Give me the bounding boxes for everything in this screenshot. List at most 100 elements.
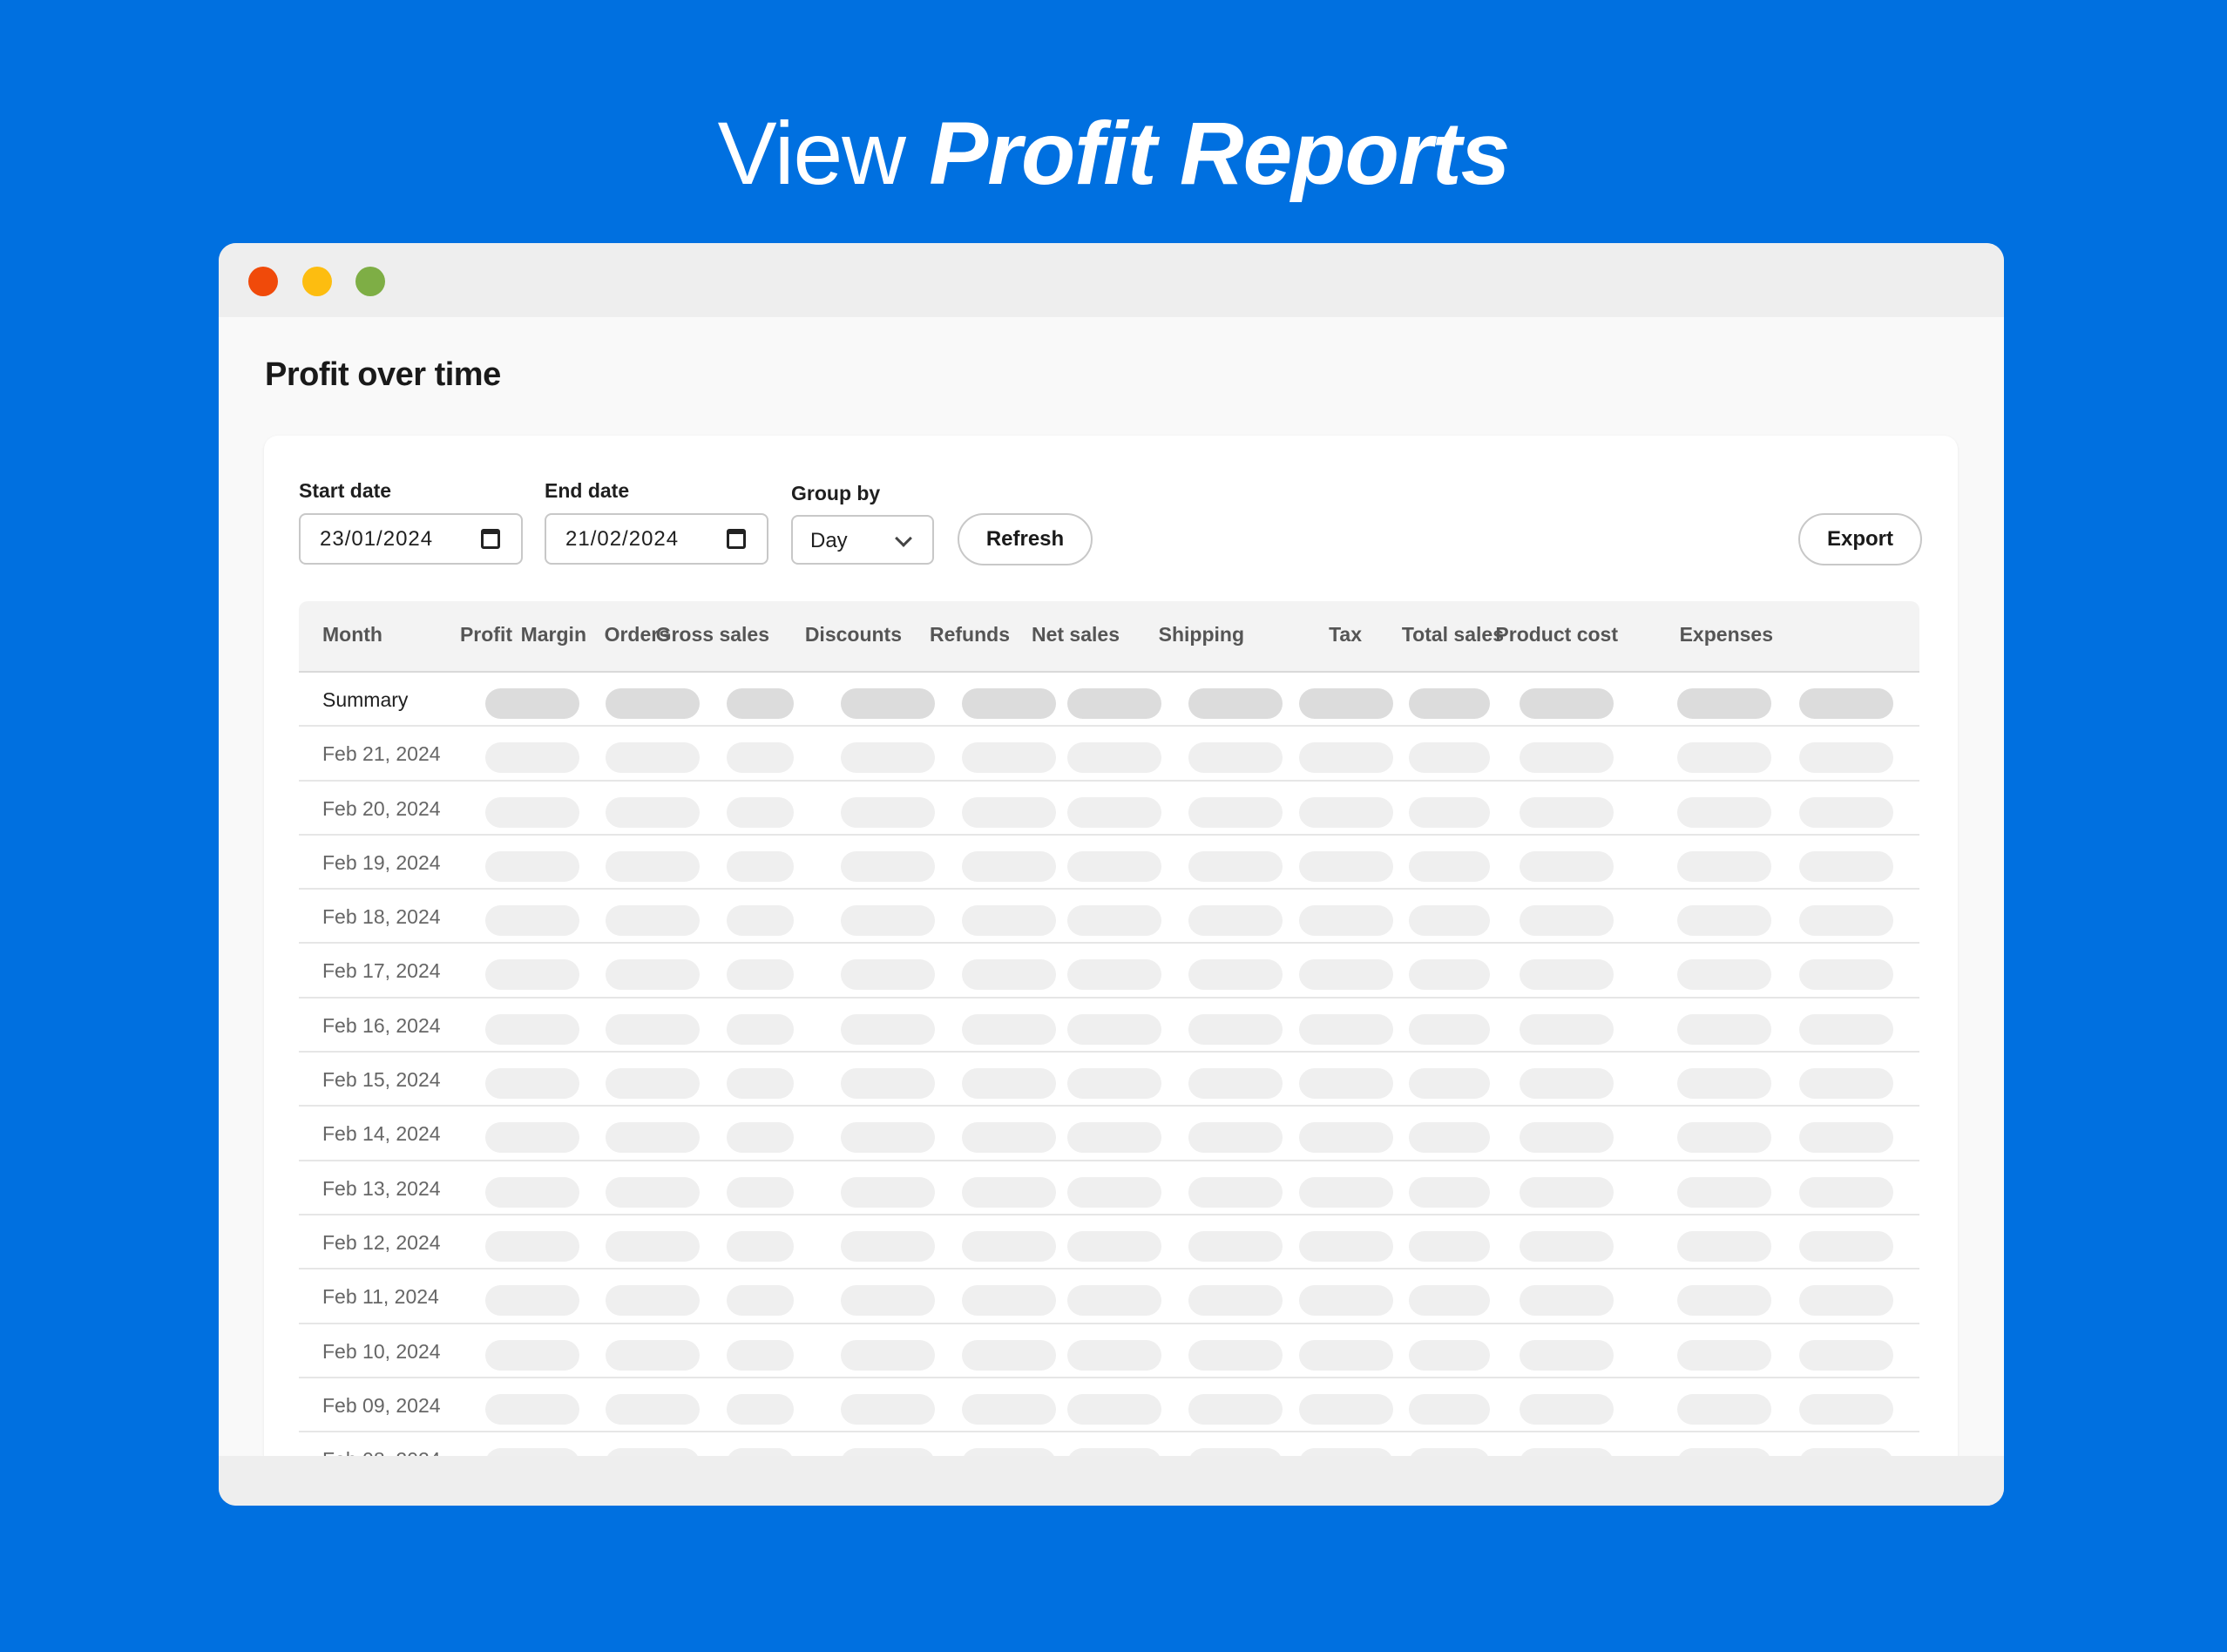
- loading-skeleton: [606, 1013, 700, 1045]
- loading-skeleton: [1677, 850, 1771, 882]
- loading-skeleton: [606, 1339, 700, 1371]
- column-header-total-sales[interactable]: Total sales: [1402, 623, 1504, 647]
- loading-skeleton: [1409, 850, 1490, 882]
- close-window-button[interactable]: [248, 267, 278, 296]
- loading-skeleton: [1677, 796, 1771, 828]
- table-body: Summary Feb 21, 2024 Feb 20, 2024 Feb 19, 2…: [299, 673, 1919, 1456]
- loading-skeleton: [1520, 1013, 1614, 1045]
- loading-skeleton: [1299, 1013, 1393, 1045]
- loading-skeleton: [485, 1393, 579, 1425]
- group-by-select[interactable]: Day: [791, 515, 934, 565]
- start-date-label: Start date: [299, 479, 392, 502]
- table-row: Feb 13, 2024: [299, 1161, 1919, 1215]
- loading-skeleton: [962, 959, 1056, 991]
- column-header-margin[interactable]: Margin: [521, 623, 586, 647]
- loading-skeleton: [1799, 1068, 1893, 1100]
- loading-skeleton: [1067, 1068, 1161, 1100]
- loading-skeleton: [606, 1285, 700, 1317]
- loading-skeleton: [1677, 1339, 1771, 1371]
- loading-skeleton: [1067, 796, 1161, 828]
- loading-skeleton: [1188, 688, 1283, 719]
- table-row: Feb 21, 2024: [299, 727, 1919, 782]
- loading-skeleton: [1299, 1122, 1393, 1154]
- loading-skeleton: [1677, 1285, 1771, 1317]
- loading-skeleton: [1799, 742, 1893, 774]
- column-header-gross-sales[interactable]: Gross sales: [656, 623, 769, 647]
- loading-skeleton: [841, 1230, 935, 1262]
- loading-skeleton: [606, 688, 700, 719]
- table-row: Feb 14, 2024: [299, 1107, 1919, 1161]
- loading-skeleton: [841, 1176, 935, 1208]
- row-date: Feb 11, 2024: [322, 1285, 439, 1309]
- loading-skeleton: [841, 1393, 935, 1425]
- calendar-icon[interactable]: [727, 529, 746, 549]
- column-header-tax[interactable]: Tax: [1329, 623, 1362, 647]
- column-header-discounts[interactable]: Discounts: [805, 623, 902, 647]
- loading-skeleton: [1677, 1230, 1771, 1262]
- end-date-value: 21/02/2024: [565, 527, 680, 551]
- loading-skeleton: [1188, 1122, 1283, 1154]
- loading-skeleton: [606, 1230, 700, 1262]
- loading-skeleton: [1677, 1068, 1771, 1100]
- loading-skeleton: [606, 850, 700, 882]
- loading-skeleton: [1520, 959, 1614, 991]
- loading-skeleton: [1299, 742, 1393, 774]
- loading-skeleton: [727, 1176, 794, 1208]
- refresh-button[interactable]: Refresh: [958, 513, 1093, 565]
- maximize-window-button[interactable]: [355, 267, 385, 296]
- loading-skeleton: [841, 1122, 935, 1154]
- loading-skeleton: [1188, 1176, 1283, 1208]
- loading-skeleton: [1067, 1122, 1161, 1154]
- column-header-refunds[interactable]: Refunds: [930, 623, 1010, 647]
- loading-skeleton: [606, 1448, 700, 1456]
- loading-skeleton: [1799, 959, 1893, 991]
- column-header-month[interactable]: Month: [322, 623, 382, 647]
- calendar-icon[interactable]: [481, 529, 500, 549]
- headline-plain: View: [717, 104, 906, 203]
- loading-skeleton: [727, 1339, 794, 1371]
- loading-skeleton: [1188, 1285, 1283, 1317]
- loading-skeleton: [1677, 688, 1771, 719]
- column-header-shipping[interactable]: Shipping: [1159, 623, 1244, 647]
- column-header-profit[interactable]: Profit: [460, 623, 512, 647]
- end-date-input[interactable]: 21/02/2024: [545, 513, 768, 565]
- start-date-input[interactable]: 23/01/2024: [299, 513, 523, 565]
- loading-skeleton: [606, 905, 700, 937]
- loading-skeleton: [485, 742, 579, 774]
- loading-skeleton: [1520, 905, 1614, 937]
- loading-skeleton: [962, 905, 1056, 937]
- loading-skeleton: [606, 1068, 700, 1100]
- export-button[interactable]: Export: [1798, 513, 1922, 565]
- loading-skeleton: [727, 1068, 794, 1100]
- headline: View Profit Reports: [0, 101, 2227, 206]
- loading-skeleton: [606, 796, 700, 828]
- loading-skeleton: [962, 688, 1056, 719]
- loading-skeleton: [727, 959, 794, 991]
- loading-skeleton: [1409, 1285, 1490, 1317]
- chevron-down-icon: [895, 530, 912, 547]
- loading-skeleton: [1299, 1068, 1393, 1100]
- loading-skeleton: [1188, 1448, 1283, 1456]
- loading-skeleton: [962, 1122, 1056, 1154]
- loading-skeleton: [485, 796, 579, 828]
- table-row: Feb 12, 2024: [299, 1215, 1919, 1270]
- page-content: Profit over time Start date 23/01/2024 E…: [219, 317, 2004, 1456]
- loading-skeleton: [962, 1393, 1056, 1425]
- column-header-product-cost[interactable]: Product cost: [1495, 623, 1618, 647]
- loading-skeleton: [1067, 1176, 1161, 1208]
- loading-skeleton: [841, 959, 935, 991]
- loading-skeleton: [962, 1176, 1056, 1208]
- table-row: Feb 19, 2024: [299, 836, 1919, 890]
- loading-skeleton: [1188, 1393, 1283, 1425]
- group-by-value: Day: [810, 529, 848, 552]
- end-date-label: End date: [545, 479, 630, 502]
- loading-skeleton: [841, 850, 935, 882]
- loading-skeleton: [1520, 688, 1614, 719]
- loading-skeleton: [1299, 688, 1393, 719]
- start-date-value: 23/01/2024: [320, 527, 434, 551]
- column-header-net-sales[interactable]: Net sales: [1032, 623, 1120, 647]
- loading-skeleton: [606, 1176, 700, 1208]
- minimize-window-button[interactable]: [302, 267, 332, 296]
- column-header-expenses[interactable]: Expenses: [1680, 623, 1773, 647]
- loading-skeleton: [1799, 1176, 1893, 1208]
